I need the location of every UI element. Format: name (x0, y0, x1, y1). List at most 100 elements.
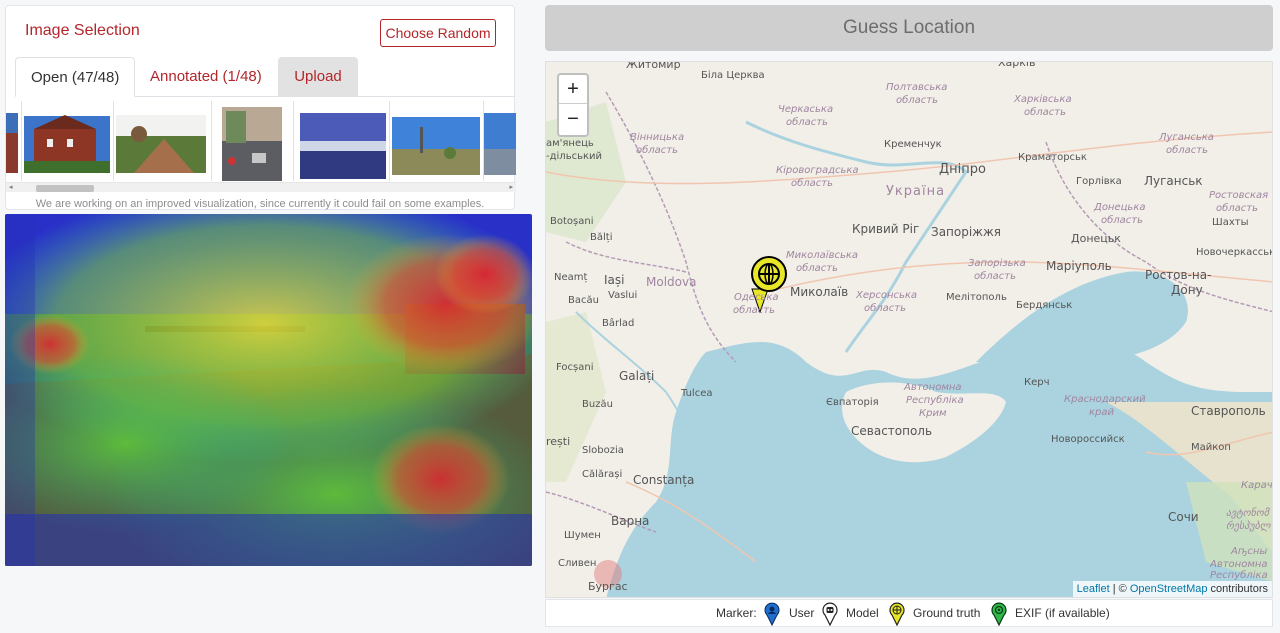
panel-title: Image Selection (25, 22, 140, 39)
thumbnail[interactable] (212, 101, 294, 181)
scroll-right-arrow[interactable]: ▸ (509, 183, 513, 191)
map-label: Новочеркасськ (1196, 247, 1273, 258)
attribution-separator: | © (1109, 583, 1130, 595)
map-label: Ростовская (1209, 190, 1269, 201)
map-label: Житомир (626, 61, 681, 71)
map-label: Bălți (590, 232, 613, 243)
map[interactable]: Житомир Біла Церква Харків Полтавська об… (545, 61, 1273, 598)
map-label: Запоріжжя (931, 225, 1002, 239)
map-label: область (733, 305, 776, 316)
map-label: ам'янець (546, 138, 594, 149)
map-label: Focșani (556, 362, 594, 373)
map-label: Біла Церква (701, 70, 765, 81)
map-label: Кіровоградська (776, 165, 859, 176)
map-label: Slobozia (582, 445, 624, 456)
tab-annotated[interactable]: Annotated (1/48) (135, 57, 277, 97)
map-label: Харків (998, 61, 1036, 69)
map-label: Республіка (1210, 570, 1268, 581)
osm-link[interactable]: OpenStreetMap (1130, 583, 1208, 595)
map-label: Botoșani (550, 216, 594, 227)
heatmap-image (5, 214, 532, 566)
map-label: область (791, 178, 834, 189)
map-label: Сочи (1168, 510, 1199, 524)
thumbnail[interactable] (294, 101, 390, 181)
map-label: Вінницька (630, 132, 685, 143)
map-label: Neamț (554, 272, 588, 283)
map-label: Краматорськ (1018, 152, 1087, 163)
model-marker-icon (822, 602, 838, 626)
map-label: Iași (604, 273, 625, 287)
map-label: Аҧсны (1231, 546, 1268, 557)
map-label: Миколаїв (790, 285, 849, 299)
thumbnail[interactable] (22, 101, 114, 181)
map-label: область (1216, 203, 1259, 214)
exif-marker-icon (991, 602, 1007, 626)
map-label: Україна (886, 184, 946, 199)
map-label: Донецька (1094, 202, 1146, 213)
map-label: область (1101, 215, 1144, 226)
scrollbar-thumb[interactable] (36, 185, 94, 192)
marker-legend: Marker: User Model Ground truth EXIF (if… (545, 599, 1273, 627)
map-label: Мелітополь (946, 292, 1007, 303)
legend-label-model: Model (846, 606, 879, 620)
thumbnail-scrollbar[interactable]: ◂ ▸ (6, 182, 516, 192)
map-label: Севастополь (851, 424, 933, 438)
map-label: край (1089, 407, 1115, 418)
map-label: Одеська (734, 292, 779, 303)
map-label: Кривий Ріг (852, 222, 920, 236)
tab-open[interactable]: Open (47/48) (15, 57, 136, 97)
thumbnail[interactable] (114, 101, 212, 181)
map-label: Bacău (568, 295, 599, 306)
map-label: Дніпро (939, 162, 986, 177)
map-label: Варна (611, 514, 650, 528)
map-label: область (796, 263, 839, 274)
leaflet-link[interactable]: Leaflet (1077, 583, 1110, 595)
map-label: -дільський (546, 151, 603, 162)
thumbnail[interactable] (484, 101, 516, 181)
map-label: Кременчук (884, 139, 942, 150)
map-label: რესპუბლ (1226, 521, 1271, 532)
attribution-tail: contributors (1207, 583, 1268, 595)
ground-truth-marker-icon (889, 602, 905, 626)
map-label: область (636, 145, 679, 156)
tab-upload[interactable]: Upload (278, 57, 358, 97)
scroll-left-arrow[interactable]: ◂ (9, 183, 13, 191)
map-label: Constanța (633, 473, 695, 487)
legend-prefix: Marker: (716, 606, 757, 620)
map-label: Vaslui (608, 290, 638, 301)
zoom-in-button[interactable]: + (559, 75, 587, 104)
legend-label-user: User (789, 606, 815, 620)
map-label: Майкоп (1191, 442, 1231, 453)
map-label: Керч (1024, 377, 1050, 388)
map-label: Бердянськ (1016, 300, 1073, 311)
map-label: Горлівка (1076, 176, 1122, 187)
map-label: область (1166, 145, 1209, 156)
map-label: Бургас (588, 580, 628, 593)
map-label: Черкаська (778, 104, 834, 115)
map-label: Moldova (646, 275, 697, 289)
map-label: Tulcea (681, 388, 713, 399)
legend-label-ground-truth: Ground truth (913, 606, 981, 620)
image-tabs: Open (47/48) Annotated (1/48) Upload (15, 57, 515, 97)
thumbnail[interactable] (390, 101, 484, 181)
map-label: Запорізька (968, 258, 1026, 269)
thumbnail-strip (6, 101, 516, 181)
thumbnail[interactable] (6, 101, 22, 181)
map-label: Херсонська (856, 290, 918, 301)
legend-label-exif: EXIF (if available) (1015, 606, 1110, 620)
zoom-out-button[interactable]: − (559, 105, 587, 134)
map-label: Автономна (1210, 559, 1268, 570)
map-label: Харківська (1014, 94, 1072, 105)
map-label: Bârlad (602, 318, 635, 329)
user-marker-icon (764, 602, 780, 626)
map-label: Крим (919, 408, 947, 419)
map-label: Донецьк (1071, 232, 1121, 245)
guess-location-button[interactable]: Guess Location (545, 5, 1273, 51)
map-label: Краснодарский (1064, 394, 1146, 405)
map-label: Полтавська (886, 82, 948, 93)
map-label: Маріуполь (1046, 259, 1112, 273)
map-label: область (1024, 107, 1067, 118)
map-label: Карач (1241, 480, 1273, 491)
map-label: область (786, 117, 829, 128)
choose-random-button[interactable]: Choose Random (380, 19, 496, 47)
